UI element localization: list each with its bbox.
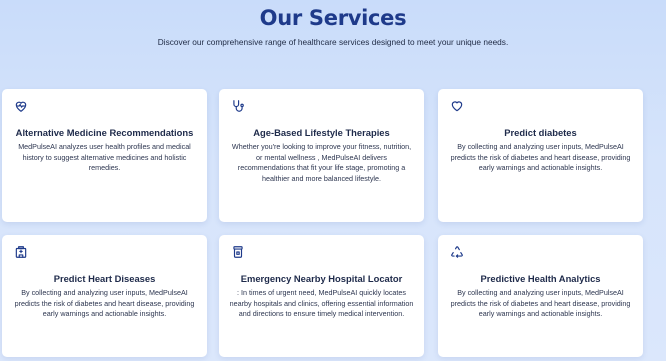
heart-pulse-icon xyxy=(14,99,28,113)
service-card-predict-heart-diseases[interactable]: Predict Heart Diseases By collecting and… xyxy=(2,235,207,357)
service-description: By collecting and analyzing user inputs,… xyxy=(450,142,631,173)
service-description: Whether you're looking to improve your f… xyxy=(231,142,412,183)
page-title: Our Services xyxy=(259,6,407,30)
service-card-alternative-medicine[interactable]: Alternative Medicine Recommendations Med… xyxy=(2,89,207,222)
service-description: : In times of urgent need, MedPulseAI qu… xyxy=(229,288,414,319)
service-title: Predict diabetes xyxy=(504,127,577,138)
service-card-predict-diabetes[interactable]: Predict diabetes By collecting and analy… xyxy=(438,89,643,222)
pill-bottle-icon xyxy=(231,245,245,259)
service-title: Age-Based Lifestyle Therapies xyxy=(253,127,390,138)
page-subtitle: Discover our comprehensive range of heal… xyxy=(157,37,509,47)
service-description: MedPulseAI analyzes user health profiles… xyxy=(18,142,191,173)
service-card-hospital-locator[interactable]: Emergency Nearby Hospital Locator : In t… xyxy=(219,235,424,357)
services-grid: Alternative Medicine Recommendations Med… xyxy=(0,89,666,361)
service-card-lifestyle-therapies[interactable]: Age-Based Lifestyle Therapies Whether yo… xyxy=(219,89,424,222)
service-card-predictive-analytics[interactable]: Predictive Health Analytics By collectin… xyxy=(438,235,643,357)
heart-icon xyxy=(450,99,464,113)
service-description: By collecting and analyzing user inputs,… xyxy=(14,288,195,319)
service-title: Predictive Health Analytics xyxy=(480,273,601,284)
hospital-building-icon xyxy=(14,245,28,259)
service-title: Predict Heart Diseases xyxy=(53,273,156,284)
service-title: Alternative Medicine Recommendations xyxy=(15,127,194,138)
services-header: Our Services Discover our comprehensive … xyxy=(0,0,666,49)
recycle-icon xyxy=(450,245,464,259)
service-title: Emergency Nearby Hospital Locator xyxy=(240,273,403,284)
service-description: By collecting and analyzing user inputs,… xyxy=(450,288,631,319)
stethoscope-icon xyxy=(231,99,245,113)
